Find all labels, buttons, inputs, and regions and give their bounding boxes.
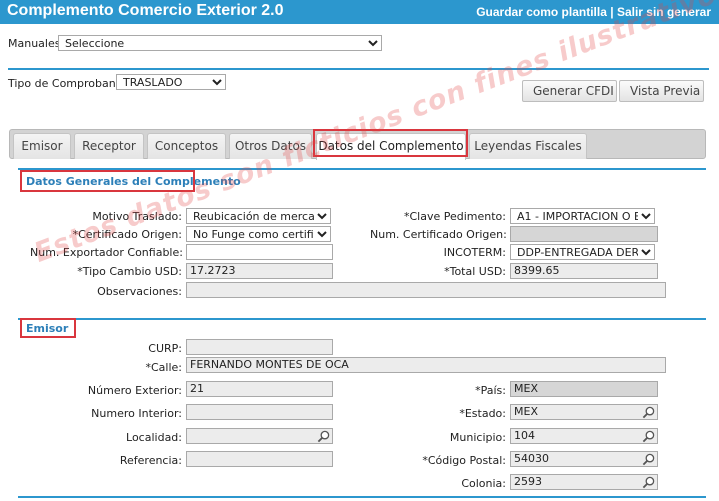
clave-pedimento-label: *Clave Pedimento: (403, 210, 506, 223)
pais-input[interactable]: MEX (510, 381, 658, 397)
exit-without-generating-link[interactable]: Salir sin generar (617, 5, 711, 19)
emisor-title-highlight (20, 318, 76, 338)
numero-exterior-input[interactable]: 21 (186, 381, 333, 397)
manuales-label: Manuales: (8, 37, 65, 50)
curp-label: CURP: (148, 342, 182, 355)
divider-top (8, 68, 709, 70)
clave-pedimento-select[interactable]: A1 - IMPORTACION O EXPORTACION DEFINITIV… (510, 208, 655, 224)
motivo-traslado-label: Motivo Traslado: (92, 210, 182, 223)
estado-value: MEX (514, 405, 538, 418)
num-certificado-origen-label: Num. Certificado Origen: (370, 228, 507, 241)
tipo-cambio-label: *Tipo Cambio USD: (77, 265, 182, 278)
tab-receptor[interactable]: Receptor (74, 133, 144, 159)
colonia-label: Colonia: (461, 477, 506, 490)
generar-cfdi-button[interactable]: Generar CFDI (522, 80, 617, 102)
search-icon[interactable] (642, 430, 655, 443)
num-exportador-label: Num. Exportador Confiable: (30, 246, 183, 259)
page-title: Complemento Comercio Exterior 2.0 (7, 2, 284, 19)
tab-otros-datos[interactable]: Otros Datos (229, 133, 312, 159)
num-certificado-origen-input[interactable] (510, 226, 658, 242)
observaciones-label: Observaciones: (97, 285, 182, 298)
referencia-input[interactable] (186, 451, 333, 467)
codigo-postal-field[interactable]: 54030 (510, 451, 658, 467)
numero-interior-input[interactable] (186, 404, 333, 420)
vista-previa-button[interactable]: Vista Previa (619, 80, 704, 102)
active-tab-highlight (313, 129, 468, 157)
search-icon[interactable] (317, 430, 330, 443)
tipo-cambio-input[interactable]: 17.2723 (186, 263, 333, 279)
total-usd-label: *Total USD: (444, 265, 506, 278)
municipio-field[interactable]: 104 (510, 428, 658, 444)
search-icon[interactable] (642, 453, 655, 466)
colonia-value: 2593 (514, 475, 542, 488)
localidad-label: Localidad: (126, 431, 182, 444)
motivo-traslado-select[interactable]: Reubicación de mercancías (186, 208, 331, 224)
tipo-comprobante-select[interactable]: TRASLADO (116, 74, 226, 90)
tipo-comprobante-label: Tipo de Comprobante: (8, 77, 131, 90)
save-template-link[interactable]: Guardar como plantilla (476, 5, 607, 19)
section-divider-emisor (18, 318, 706, 320)
incoterm-label: INCOTERM: (443, 246, 506, 259)
tab-conceptos[interactable]: Conceptos (147, 133, 226, 159)
referencia-label: Referencia: (119, 454, 182, 467)
total-usd-input[interactable]: 8399.65 (510, 263, 658, 279)
estado-label: *Estado: (459, 407, 506, 420)
pais-label: *País: (475, 384, 506, 397)
municipio-label: Municipio: (449, 431, 506, 444)
calle-input[interactable]: FERNANDO MONTES DE OCA (186, 357, 666, 373)
numero-exterior-label: Número Exterior: (87, 384, 182, 397)
certificado-origen-select[interactable]: No Funge como certificado de origen (186, 226, 331, 242)
calle-label: *Calle: (145, 361, 182, 374)
section-title-highlight (20, 170, 195, 192)
search-icon[interactable] (642, 406, 655, 419)
codigo-postal-value: 54030 (514, 452, 549, 465)
manuales-select[interactable]: Seleccione (58, 35, 382, 51)
header-links: Guardar como plantilla | Salir sin gener… (476, 5, 711, 19)
municipio-value: 104 (514, 429, 535, 442)
tab-emisor[interactable]: Emisor (13, 133, 71, 159)
curp-input[interactable] (186, 339, 333, 355)
section-divider-bottom (18, 496, 706, 498)
localidad-field[interactable] (186, 428, 333, 444)
estado-field[interactable]: MEX (510, 404, 658, 420)
certificado-origen-label: *Certificado Origen: (72, 228, 182, 241)
colonia-field[interactable]: 2593 (510, 474, 658, 490)
numero-interior-label: Numero Interior: (91, 407, 182, 420)
tab-leyendas-fiscales[interactable]: Leyendas Fiscales (469, 133, 587, 159)
header-separator: | (610, 5, 614, 19)
search-icon[interactable] (642, 476, 655, 489)
codigo-postal-label: *Código Postal: (422, 454, 506, 467)
observaciones-input[interactable] (186, 282, 666, 298)
incoterm-select[interactable]: DDP-ENTREGADA DERECHOS PAGADOS (510, 244, 655, 260)
num-exportador-input[interactable] (186, 244, 333, 260)
